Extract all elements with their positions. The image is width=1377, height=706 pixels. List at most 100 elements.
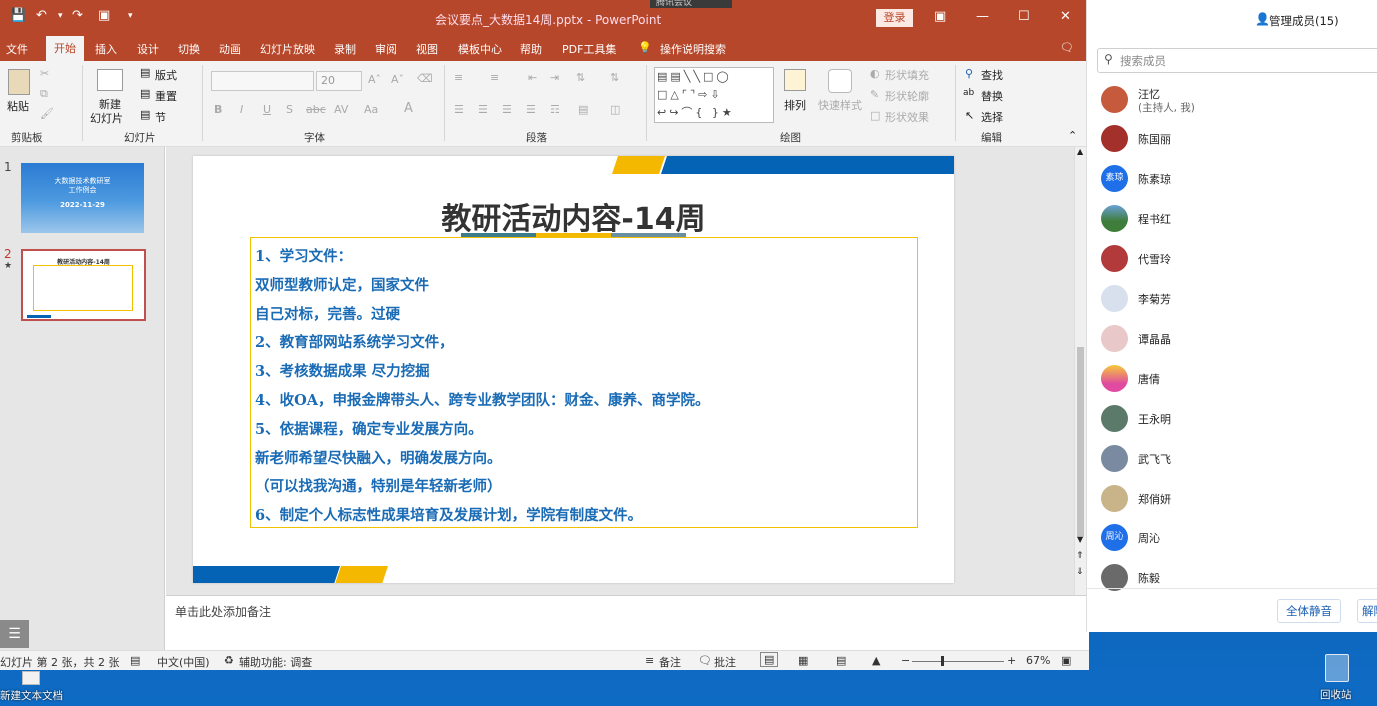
recycle-bin-label[interactable]: 回收站 <box>1320 687 1352 702</box>
increase-indent-icon[interactable]: ⇥ <box>550 71 559 84</box>
scroll-down-icon[interactable]: ▼ <box>1077 535 1083 544</box>
manage-members-title[interactable]: 管理成员(15) <box>1269 13 1339 29</box>
spellcheck-icon[interactable]: ▤ <box>130 654 140 667</box>
login-button[interactable]: 登录 <box>876 9 913 27</box>
presentation-icon[interactable]: ▣ <box>98 8 110 23</box>
mute-all-button[interactable]: 全体静音 <box>1277 599 1341 623</box>
replace-button[interactable]: 替换 <box>981 88 1003 104</box>
reading-view-icon[interactable]: ▤ <box>836 654 846 667</box>
text-direction-icon[interactable]: ⇅ <box>610 71 619 84</box>
tab-design[interactable]: 设计 <box>137 41 159 57</box>
text-document-icon[interactable] <box>22 671 40 685</box>
arrange-icon[interactable] <box>784 69 806 91</box>
redo-icon[interactable]: ↷ <box>72 8 83 23</box>
align-center-icon[interactable]: ☰ <box>478 103 488 116</box>
section-button[interactable]: 节 <box>155 109 166 125</box>
prev-slide-icon[interactable]: ⇑ <box>1076 551 1084 561</box>
quick-styles-button[interactable]: 快速样式 <box>818 97 862 113</box>
member-item[interactable]: 汪忆 (主持人, 我) <box>1101 86 1371 126</box>
slide-thumbnail-2[interactable]: 教研活动内容-14周 <box>21 249 146 321</box>
member-item[interactable]: 谭晶晶 <box>1101 325 1371 365</box>
slide-canvas[interactable]: 教研活动内容-14周 1、学习文件： 双师型教师认定，国家文件 自己对标，完善。… <box>193 156 954 583</box>
language-indicator[interactable]: 中文(中国) <box>157 654 210 670</box>
member-item[interactable]: 郑俏妍 <box>1101 485 1371 525</box>
zoom-slider-thumb[interactable] <box>941 656 944 666</box>
align-text-icon[interactable]: ▤ <box>578 103 588 116</box>
new-slide-icon[interactable] <box>97 69 123 91</box>
cut-icon[interactable]: ✂ <box>40 67 49 80</box>
paste-button[interactable]: 粘贴 <box>7 98 29 114</box>
comments-toggle[interactable]: 批注 <box>714 654 736 670</box>
align-left-icon[interactable]: ☰ <box>454 103 464 116</box>
zoom-out-icon[interactable]: − <box>901 654 910 667</box>
paste-icon[interactable] <box>8 69 30 95</box>
change-case-icon[interactable]: Aa <box>364 103 378 116</box>
reset-button[interactable]: 重置 <box>155 88 177 104</box>
select-button[interactable]: 选择 <box>981 109 1003 125</box>
desktop-new-doc-label[interactable]: 新建文本文档 <box>0 688 63 703</box>
member-item[interactable]: 武飞飞 <box>1101 445 1371 485</box>
tab-record[interactable]: 录制 <box>334 41 356 57</box>
shape-effects-button[interactable]: 形状效果 <box>885 109 929 125</box>
slide-thumbnail-1[interactable]: 大数据技术教研室 工作例会 2022-11-29 <box>21 163 144 233</box>
quick-styles-icon[interactable] <box>828 69 852 93</box>
layout-button[interactable]: 版式 <box>155 67 177 83</box>
tab-transitions[interactable]: 切换 <box>178 41 200 57</box>
numbering-icon[interactable]: ≡ <box>490 71 499 84</box>
member-item[interactable]: 程书红 <box>1101 205 1371 245</box>
slide-textbox[interactable]: 1、学习文件： 双师型教师认定，国家文件 自己对标，完善。过硬 2、教育部网站系… <box>250 237 918 528</box>
list-toggle-icon[interactable]: ☰ <box>0 620 29 648</box>
member-item[interactable]: 陈国丽 <box>1101 125 1371 165</box>
slide-sorter-icon[interactable]: ▦ <box>798 654 808 667</box>
tab-insert[interactable]: 插入 <box>95 41 117 57</box>
tab-animations[interactable]: 动画 <box>219 41 241 57</box>
tab-view[interactable]: 视图 <box>416 41 438 57</box>
meeting-indicator[interactable]: 腾讯会议 <box>650 0 732 8</box>
line-spacing-icon[interactable]: ⇅ <box>576 71 585 84</box>
tab-help[interactable]: 帮助 <box>520 41 542 57</box>
tab-review[interactable]: 审阅 <box>375 41 397 57</box>
font-size-select[interactable]: 20 <box>316 71 362 91</box>
bullets-icon[interactable]: ≡ <box>454 71 463 84</box>
arrange-button[interactable]: 排列 <box>784 97 806 113</box>
increase-font-icon[interactable]: Aˆ <box>368 73 381 86</box>
close-icon[interactable]: ✕ <box>1060 9 1071 24</box>
decrease-font-icon[interactable]: Aˇ <box>391 73 404 86</box>
decrease-indent-icon[interactable]: ⇤ <box>528 71 537 84</box>
strikethrough-icon[interactable]: abc <box>306 103 326 116</box>
vertical-scrollbar[interactable]: ▲ ▼ ⇑ ⇓ <box>1074 147 1086 595</box>
scroll-thumb[interactable] <box>1077 347 1084 537</box>
normal-view-icon[interactable]: ▤ <box>760 652 779 667</box>
notes-pane[interactable]: 单击此处添加备注 <box>166 595 1086 650</box>
shadow-icon[interactable]: S <box>286 103 293 116</box>
fit-to-window-icon[interactable]: ▣ <box>1061 654 1071 667</box>
format-painter-icon[interactable]: 🖌 <box>40 107 54 120</box>
char-spacing-icon[interactable]: AV <box>334 103 348 116</box>
member-item[interactable]: 唐倩 <box>1101 365 1371 405</box>
zoom-level[interactable]: 67% <box>1026 654 1050 667</box>
unmute-button[interactable]: 解除 <box>1357 599 1377 623</box>
undo-dropdown-icon[interactable]: ▾ <box>58 11 63 21</box>
zoom-in-icon[interactable]: + <box>1007 654 1016 667</box>
justify-icon[interactable]: ☰ <box>526 103 536 116</box>
underline-icon[interactable]: U <box>263 103 271 116</box>
recycle-bin-icon[interactable] <box>1325 654 1349 682</box>
undo-icon[interactable]: ↶ <box>36 8 47 23</box>
zoom-slider[interactable] <box>912 661 1004 662</box>
accessibility-status[interactable]: 辅助功能: 调查 <box>239 654 312 670</box>
shape-fill-button[interactable]: 形状填充 <box>885 67 929 83</box>
bold-icon[interactable]: B <box>214 103 222 116</box>
slideshow-icon[interactable]: ▲ <box>872 654 880 667</box>
font-color-icon[interactable]: A <box>404 101 413 116</box>
find-button[interactable]: 查找 <box>981 67 1003 83</box>
slide-title[interactable]: 教研活动内容-14周 <box>193 194 954 238</box>
ribbon-display-icon[interactable]: ▣ <box>934 9 946 24</box>
tab-file[interactable]: 文件 <box>6 41 28 57</box>
tab-slideshow[interactable]: 幻灯片放映 <box>260 41 315 57</box>
italic-icon[interactable]: I <box>240 103 243 116</box>
clear-format-icon[interactable]: ⌫ <box>417 72 433 85</box>
member-item[interactable]: 李菊芳 <box>1101 285 1371 325</box>
tab-home[interactable]: 开始 <box>46 36 84 61</box>
tab-pdf-tools[interactable]: PDF工具集 <box>562 41 616 57</box>
member-search-input[interactable]: ⚲ 搜索成员 <box>1097 48 1377 73</box>
